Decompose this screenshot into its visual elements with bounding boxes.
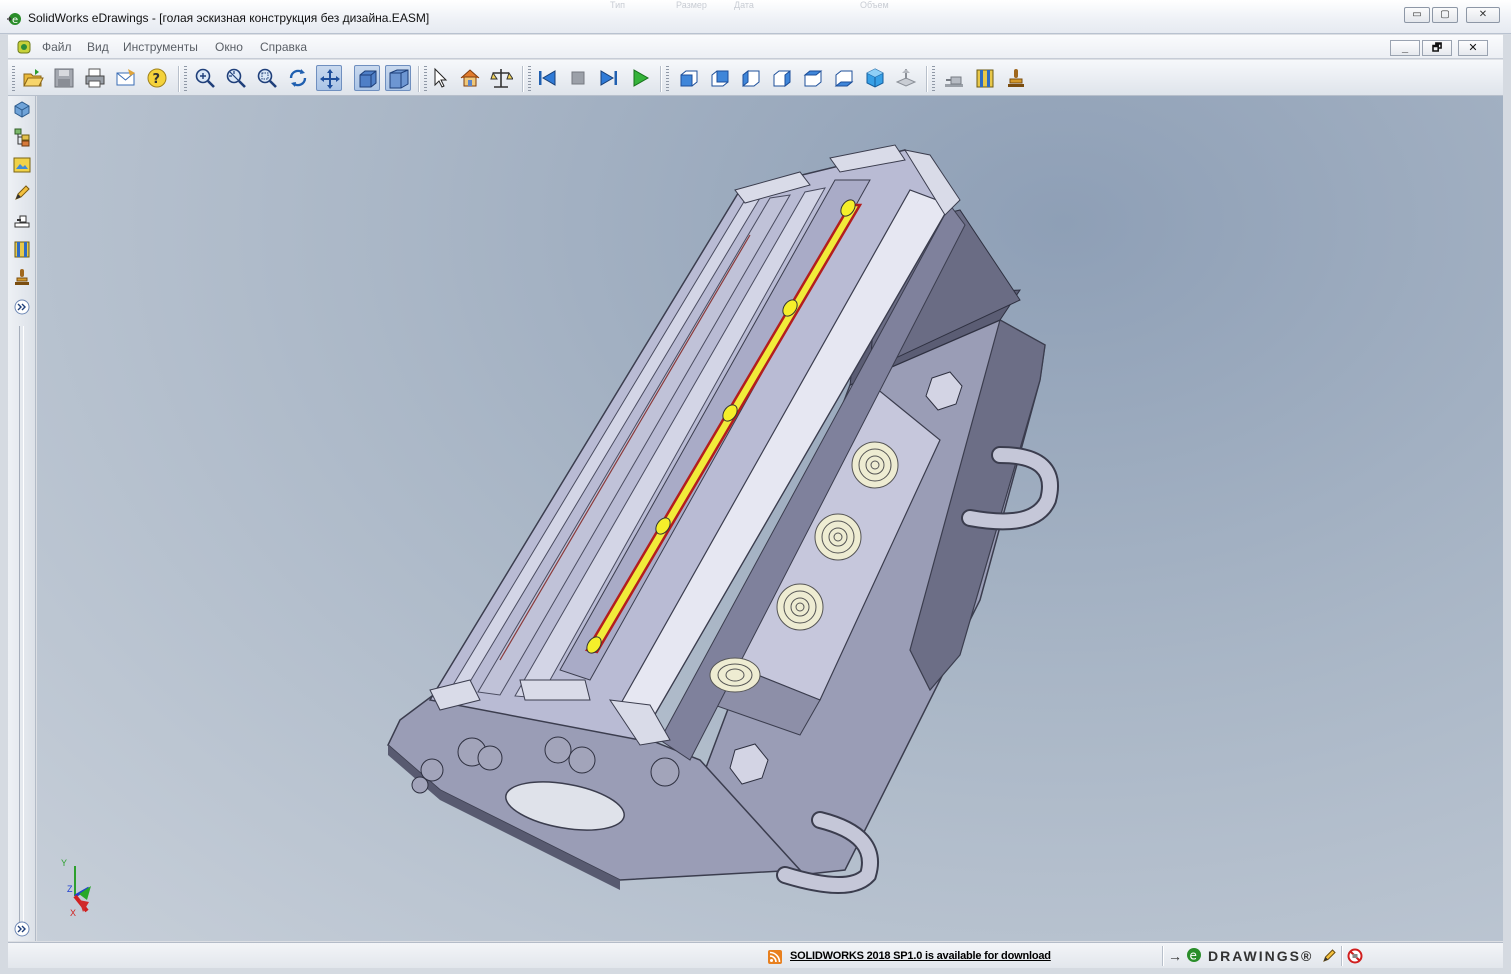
window-border-bottom [0,968,1511,974]
section-icon[interactable] [893,65,919,91]
document-icon[interactable] [16,39,32,55]
triad-x-label: X [70,908,77,918]
background-window-text: Дата [734,0,754,10]
window-title: SolidWorks eDrawings - [голая эскизная к… [28,11,430,25]
view-isometric-icon[interactable] [862,65,888,91]
move-component-icon[interactable] [972,65,998,91]
left-toolbar-scrollbar[interactable] [19,326,24,926]
left-toolbar [8,96,36,941]
stop-icon[interactable] [565,65,591,91]
svg-text:?: ? [153,72,161,87]
view-top-icon[interactable] [800,65,826,91]
toolbar-separator [926,66,928,92]
menu-window[interactable]: Окно [215,40,243,54]
menu-file[interactable]: Файл [42,40,72,54]
configurations-icon[interactable] [11,126,33,148]
triad-z-label: Z [67,884,73,894]
assembly-model[interactable] [37,96,1503,941]
view-right-icon[interactable] [769,65,795,91]
status-bar: SOLIDWORKS 2018 SP1.0 is available for d… [8,942,1503,968]
print-icon[interactable] [82,65,108,91]
save-icon[interactable] [51,65,77,91]
window-border-right [1503,34,1511,974]
window-close-button[interactable]: ✕ [1466,7,1500,23]
rotate-icon[interactable] [285,65,311,91]
measure-icon[interactable] [488,65,514,91]
shaded-icon[interactable] [354,65,380,91]
view-back-icon[interactable] [707,65,733,91]
toolbar-grip[interactable] [528,66,531,92]
document-close-button[interactable]: ✕ [1458,40,1488,56]
play-icon[interactable] [627,65,653,91]
open-icon[interactable] [20,65,46,91]
svg-text:e: e [1190,949,1197,963]
toolbar-separator [418,66,420,92]
view-bottom-icon[interactable] [831,65,857,91]
brand-text: DRAWINGS® [1208,948,1314,964]
brand-arrow: → [1168,948,1182,964]
zoom-in-out-icon[interactable] [223,65,249,91]
menu-tools[interactable]: Инструменты [123,40,198,54]
window-border-left [0,34,8,974]
edrawings-app-icon: e [7,13,21,26]
toolbar-grip[interactable] [666,66,669,92]
pan-icon[interactable] [316,65,342,91]
status-separator [1341,946,1343,966]
toolbar-separator [522,66,524,92]
stamp-tool-icon[interactable] [11,210,33,232]
stamp-icon[interactable] [941,65,967,91]
window-maximize-button[interactable]: ▢ [1432,7,1458,23]
background-window-text: Размер [676,0,707,10]
background-window-text: Тип [610,0,626,10]
menu-bar: Файл Вид Инструменты Окно Справка _ 🗗 ✕ [8,35,1503,59]
rss-icon [768,950,782,964]
view-left-icon[interactable] [738,65,764,91]
view-front-icon[interactable] [676,65,702,91]
svg-text:e: e [12,15,18,26]
zoom-to-area-icon[interactable] [254,65,280,91]
select-icon[interactable] [426,65,452,91]
title-bar: e SolidWorks eDrawings - [голая эскизная… [0,0,1511,34]
menu-help[interactable]: Справка [260,40,307,54]
document-minimize-button[interactable]: _ [1390,40,1420,56]
edrawings-logo-icon: e [1187,948,1201,963]
measure-tool-icon[interactable] [11,266,33,288]
main-toolbar: ? [8,60,1503,96]
window-minimize-button[interactable]: ▭ [1404,7,1430,23]
first-frame-icon[interactable] [534,65,560,91]
sheets-icon[interactable] [11,154,33,176]
next-frame-icon[interactable] [596,65,622,91]
3d-viewport[interactable]: Y Z X [37,96,1503,941]
toolbar-separator [178,66,180,92]
triad-y-label: Y [61,858,68,868]
toolbar-grip[interactable] [12,66,15,92]
explode-icon[interactable] [11,238,33,260]
markup-pencil-icon[interactable] [11,182,33,204]
no-sign-icon[interactable] [1347,948,1363,964]
status-separator [1162,946,1164,966]
document-restore-button[interactable]: 🗗 [1422,40,1452,56]
menu-view[interactable]: Вид [87,40,109,54]
perspective-icon[interactable] [385,65,411,91]
expand-icon[interactable] [11,918,33,940]
pencil-status-icon[interactable] [1321,948,1337,964]
home-icon[interactable] [457,65,483,91]
expand-icon[interactable] [11,296,33,318]
toolbar-separator [660,66,662,92]
markup-icon[interactable] [1003,65,1029,91]
help-icon[interactable]: ? [144,65,170,91]
toolbar-grip[interactable] [932,66,935,92]
toolbar-grip[interactable] [184,66,187,92]
send-mail-icon[interactable] [113,65,139,91]
zoom-to-fit-icon[interactable] [192,65,218,91]
background-window-text: Объем [860,0,889,10]
components-icon[interactable] [11,98,33,120]
update-news-link[interactable]: SOLIDWORKS 2018 SP1.0 is available for d… [790,950,1051,962]
